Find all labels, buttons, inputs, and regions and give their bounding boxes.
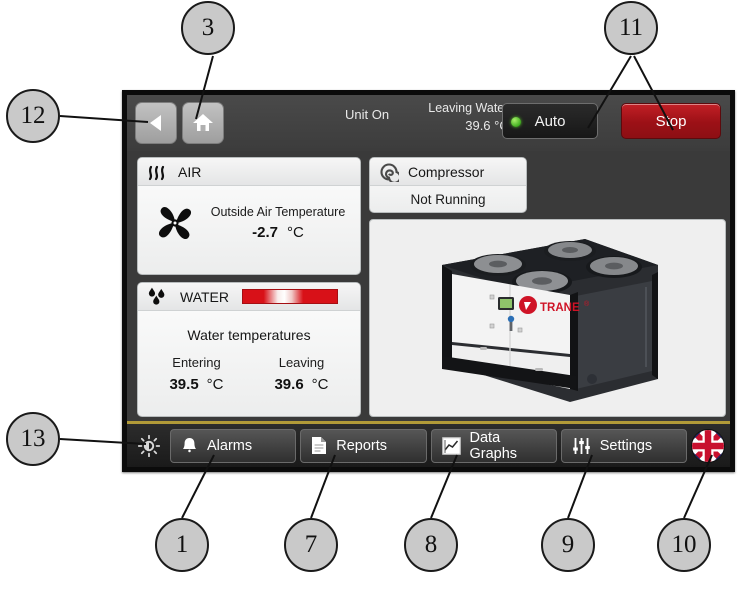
fan-icon (150, 198, 200, 248)
data-graphs-button-label: Data Graphs (469, 429, 518, 462)
water-drops-icon (147, 287, 171, 307)
language-button[interactable] (691, 428, 725, 463)
unit-photo: TRANE ® (369, 219, 726, 417)
line-chart-icon (441, 436, 461, 455)
reports-button[interactable]: Reports (300, 428, 427, 463)
left-column: AIR Outside Air Temperature -2.7 °C WATE… (137, 157, 361, 417)
water-temperatures-row: Entering 39.5 °C Leaving 39.6 °C (138, 355, 360, 393)
alarms-button[interactable]: Alarms (170, 428, 297, 463)
settings-button[interactable]: Settings (560, 428, 687, 463)
entering-water-unit: °C (206, 376, 224, 393)
water-temperatures-subtitle: Water temperatures (187, 327, 311, 343)
callout-12: 12 (6, 89, 60, 143)
unit-status-text: Unit On (345, 107, 390, 122)
callout-8: 8 (404, 518, 458, 572)
svg-text:®: ® (584, 300, 590, 308)
water-panel-title: WATER (180, 288, 229, 305)
entering-water-value: 39.5 (169, 376, 199, 393)
leaving-water-temp-cell: Leaving 39.6 °C (249, 355, 354, 393)
air-panel[interactable]: AIR Outside Air Temperature -2.7 °C (137, 157, 361, 275)
bottom-toolbar: Alarms Reports Data Graphs Settings (127, 421, 730, 467)
compressor-status: Not Running (410, 192, 486, 207)
data-graphs-button[interactable]: Data Graphs (430, 428, 557, 463)
outside-air-temp-value-row: -2.7 °C (202, 224, 354, 241)
brightness-sun-icon (138, 434, 160, 457)
compressor-panel-title: Compressor (408, 163, 485, 180)
auto-button-label: Auto (534, 112, 566, 130)
outside-air-temp-label: Outside Air Temperature (210, 205, 346, 219)
air-panel-header: AIR (138, 158, 360, 186)
bell-icon (181, 437, 198, 455)
callout-13: 13 (6, 412, 60, 466)
callout-11: 11 (604, 1, 658, 55)
callout-3: 3 (181, 1, 235, 55)
leaving-water-unit: °C (311, 376, 329, 393)
callout-9: 9 (541, 518, 595, 572)
entering-water-label: Entering (172, 355, 221, 370)
back-arrow-icon (147, 113, 165, 133)
uk-flag-icon (692, 429, 724, 462)
back-button[interactable] (135, 102, 177, 144)
water-level-bar (242, 289, 338, 304)
controller-screen: Unit On Leaving Water Temp: 39.6 °C Auto… (127, 95, 730, 467)
outside-air-temperature: Outside Air Temperature -2.7 °C (202, 205, 354, 241)
controller-device: Unit On Leaving Water Temp: 39.6 °C Auto… (122, 90, 735, 472)
alarms-button-label: Alarms (207, 437, 253, 454)
home-icon (192, 112, 214, 134)
air-panel-title: AIR (178, 163, 202, 180)
reports-button-label: Reports (336, 437, 388, 454)
water-panel[interactable]: WATER Water temperatures Entering 39.5 °C (137, 282, 361, 417)
auto-mode-button[interactable]: Auto (502, 103, 598, 139)
main-content: AIR Outside Air Temperature -2.7 °C WATE… (127, 151, 730, 421)
air-panel-body: Outside Air Temperature -2.7 °C (138, 186, 360, 248)
auto-status-led (511, 117, 521, 127)
leaving-water-value: 39.6 (274, 376, 304, 393)
callout-7: 7 (284, 518, 338, 572)
water-panel-header: WATER (138, 283, 360, 311)
right-column: Compressor Not Running TRANE ® (369, 157, 726, 417)
entering-water-temp: Entering 39.5 °C (144, 355, 249, 393)
compressor-panel-header: Compressor (370, 158, 526, 186)
document-icon (311, 436, 327, 455)
chiller-unit-image: TRANE ® (370, 229, 725, 407)
top-bar: Unit On Leaving Water Temp: 39.6 °C Auto… (127, 95, 730, 151)
brightness-button[interactable] (132, 429, 166, 463)
home-button[interactable] (182, 102, 224, 144)
entering-water-value-row: 39.5 °C (144, 376, 249, 393)
heat-waves-icon (147, 163, 169, 181)
settings-button-label: Settings (599, 437, 653, 454)
sliders-icon (572, 437, 591, 455)
stop-button[interactable]: Stop (621, 103, 721, 139)
leaving-water-label: Leaving (278, 355, 325, 370)
screenshot-root: Unit On Leaving Water Temp: 39.6 °C Auto… (0, 0, 745, 593)
spiral-icon (379, 162, 399, 182)
trane-brand-label: TRANE (540, 302, 580, 314)
leaving-water-value-row: 39.6 °C (249, 376, 354, 393)
outside-air-temp-value: -2.7 (252, 224, 278, 241)
stop-button-label: Stop (655, 112, 687, 130)
callout-10: 10 (657, 518, 711, 572)
compressor-panel[interactable]: Compressor Not Running (369, 157, 527, 213)
outside-air-temp-unit: °C (287, 224, 304, 241)
callout-1: 1 (155, 518, 209, 572)
